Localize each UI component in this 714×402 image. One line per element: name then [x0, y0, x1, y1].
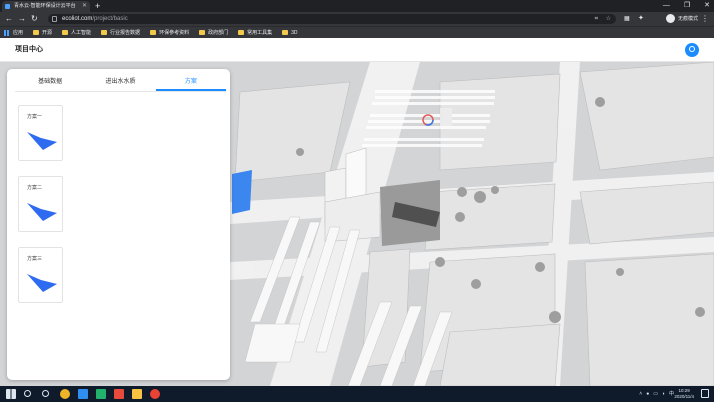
folder-icon	[62, 30, 69, 35]
chrome-window-icon[interactable]	[150, 389, 160, 399]
reload-icon[interactable]: ↻	[31, 13, 38, 25]
scheme-card-1[interactable]: 方案一	[18, 105, 63, 161]
scheme-label: 方案一	[27, 114, 43, 120]
browser-tab-title: 青水云-智能环保设计云平台	[14, 3, 76, 9]
site-favicon-icon	[5, 4, 10, 9]
extensions-icon[interactable]: ▦	[624, 13, 630, 25]
bookmark-folder[interactable]: 人工智能	[62, 29, 91, 36]
bookmark-apps[interactable]: 应用	[4, 29, 23, 36]
vscode-icon[interactable]	[78, 389, 88, 399]
search-icon[interactable]	[24, 390, 31, 397]
network-icon[interactable]: ▭	[653, 386, 658, 402]
folder-icon	[33, 30, 40, 35]
incognito-profile[interactable]: 无痕模式	[666, 14, 698, 23]
chrome-icon[interactable]	[60, 389, 70, 399]
ime-indicator[interactable]: 中	[669, 386, 674, 402]
bookmark-folder[interactable]: 开源	[33, 29, 52, 36]
folder-icon	[282, 30, 289, 35]
extension-puzzle-icon[interactable]: ✦	[638, 13, 644, 25]
close-window-button[interactable]: ✕	[704, 0, 710, 12]
page-title: 项目中心	[15, 46, 43, 53]
scheme-shape-icon	[27, 203, 57, 221]
minimize-button[interactable]: —	[663, 0, 670, 12]
chevron-up-icon[interactable]: ˄	[639, 386, 642, 402]
browser-tab-strip: 青水云-智能环保设计云平台 ✕ + — ❐ ✕	[0, 0, 714, 12]
wechat-icon[interactable]: ●	[646, 386, 649, 402]
windows-start-icon[interactable]	[6, 389, 16, 399]
file-explorer-icon[interactable]	[132, 389, 142, 399]
back-arrow-icon[interactable]: ←	[5, 13, 13, 25]
system-tray: ˄ ● ▭ ◖ 中	[639, 386, 674, 402]
windows-taskbar: ˄ ● ▭ ◖ 中 10:29 2020/11/4	[0, 386, 714, 402]
browser-tab[interactable]: 青水云-智能环保设计云平台 ✕	[2, 1, 90, 12]
scheme-shape-icon	[27, 274, 57, 292]
browser-menu-icon[interactable]: ⋮	[701, 13, 709, 25]
translate-icon[interactable]: ⌗	[595, 14, 598, 24]
bookmark-star-icon[interactable]: ☆	[606, 14, 611, 24]
scheme-card-3[interactable]: 方案三	[18, 247, 63, 303]
app-icon[interactable]	[96, 389, 106, 399]
volume-icon[interactable]: ◖	[662, 386, 665, 402]
user-avatar-icon[interactable]	[685, 43, 699, 57]
cortana-icon[interactable]	[42, 390, 49, 397]
scheme-shape-icon	[27, 132, 57, 150]
panel-tabs: 基础数据 进出水水质 方案	[15, 74, 226, 92]
scheme-label: 方案二	[27, 185, 43, 191]
scheme-label: 方案三	[27, 256, 43, 262]
tab-schemes[interactable]: 方案	[155, 74, 226, 91]
folder-icon	[199, 30, 206, 35]
bookmark-folder[interactable]: 3D	[282, 30, 298, 36]
window-controls: — ❐ ✕	[663, 0, 710, 12]
notification-icon[interactable]	[701, 389, 709, 398]
new-tab-button[interactable]: +	[95, 0, 100, 12]
app-header: 项目中心	[0, 38, 714, 62]
app-icon[interactable]	[114, 389, 124, 399]
folder-icon	[238, 30, 245, 35]
tab-basic-data[interactable]: 基础数据	[15, 74, 85, 91]
maximize-button[interactable]: ❐	[684, 0, 690, 12]
browser-toolbar: ← → ↻ ecoliot.com/project/basic ⌗ ☆ ▦ ✦ …	[0, 12, 714, 26]
bookmark-folder[interactable]: 行业报告数据	[101, 29, 140, 36]
forward-arrow-icon[interactable]: →	[18, 13, 26, 25]
url-text: ecoliot.com/project/basic	[62, 16, 128, 22]
clock[interactable]: 10:29 2020/11/4	[674, 388, 694, 400]
bookmark-folder[interactable]: 环保参考资料	[150, 29, 189, 36]
clock-date: 2020/11/4	[674, 394, 694, 399]
folder-icon	[150, 30, 157, 35]
bookmark-folder[interactable]: 常用工具集	[238, 29, 272, 36]
tab-water-quality[interactable]: 进出水水质	[85, 74, 155, 91]
scheme-panel: 基础数据 进出水水质 方案 方案一 方案二 方案三	[7, 69, 230, 380]
incognito-avatar-icon	[666, 14, 675, 23]
profile-label: 无痕模式	[678, 16, 699, 22]
apps-grid-icon	[4, 29, 10, 36]
bookmark-folder[interactable]: 政府部门	[199, 29, 228, 36]
bookmarks-bar: 应用 开源 人工智能 行业报告数据 环保参考资料 政府部门 常用工具集 3D	[0, 26, 714, 38]
folder-icon	[101, 30, 108, 35]
scheme-card-2[interactable]: 方案二	[18, 176, 63, 232]
address-bar[interactable]: ecoliot.com/project/basic ⌗ ☆	[48, 14, 616, 24]
close-tab-icon[interactable]: ✕	[82, 1, 87, 12]
lock-icon	[52, 16, 57, 22]
